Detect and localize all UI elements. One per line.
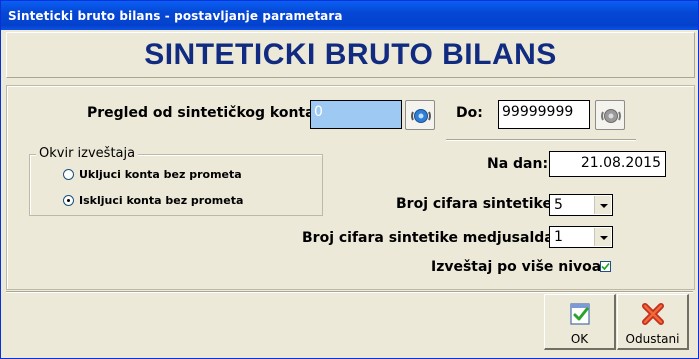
date-label: Na dan: <box>487 156 549 172</box>
multilevel-label: Izveštaj po više nivoa <box>431 259 602 275</box>
window-title: Sinteticki bruto bilans - postavljanje p… <box>8 9 343 23</box>
page-title: SINTETICKI BRUTO BILANS <box>144 38 557 71</box>
ok-button[interactable]: OK <box>544 294 616 350</box>
digits-mid-value: 1 <box>554 229 563 245</box>
footer-separator <box>6 291 693 293</box>
radio-button-selected[interactable] <box>63 195 74 206</box>
from-account-lookup-button[interactable] <box>405 100 435 130</box>
digits-select[interactable]: 5 <box>549 194 613 216</box>
cancel-button-label: Odustani <box>625 332 680 346</box>
radio-label: Iskljuci konta bez prometa <box>79 194 244 207</box>
to-account-lookup-button[interactable] <box>595 100 625 130</box>
digits-label: Broj cifara sintetike: <box>396 196 558 212</box>
report-frame-legend: Okvir izveštaja <box>36 146 139 161</box>
radio-button[interactable] <box>63 169 74 180</box>
title-bar[interactable]: Sinteticki bruto bilans - postavljanje p… <box>1 1 698 30</box>
ok-button-label: OK <box>570 332 589 346</box>
chevron-down-icon[interactable] <box>594 196 611 214</box>
digits-value: 5 <box>554 197 563 213</box>
cancel-button[interactable]: Odustani <box>617 294 689 350</box>
radio-label: Ukljuci konta bez prometa <box>79 168 242 181</box>
from-account-label: Pregled od sintetičkog konta: <box>87 105 321 121</box>
refresh-lookup-icon <box>601 109 621 123</box>
to-account-label: Do: <box>456 105 483 121</box>
cancel-x-icon <box>642 303 664 325</box>
chevron-down-icon[interactable] <box>594 228 611 246</box>
checkmark-icon <box>601 262 610 271</box>
dialog-window: Sinteticki bruto bilans - postavljanje p… <box>0 0 699 359</box>
to-account-field[interactable]: 99999999 <box>498 100 590 129</box>
range-separator <box>446 139 636 141</box>
multilevel-checkbox[interactable] <box>600 261 611 272</box>
date-field[interactable]: 21.08.2015 <box>549 151 666 177</box>
header-banner: SINTETICKI BRUTO BILANS <box>6 32 695 78</box>
digits-mid-label: Broj cifara sintetike medjusalda: <box>302 230 560 246</box>
from-account-field[interactable]: 0 <box>310 100 402 129</box>
ok-check-icon <box>570 303 590 325</box>
digits-mid-select[interactable]: 1 <box>549 226 613 248</box>
refresh-lookup-icon <box>411 109 431 123</box>
